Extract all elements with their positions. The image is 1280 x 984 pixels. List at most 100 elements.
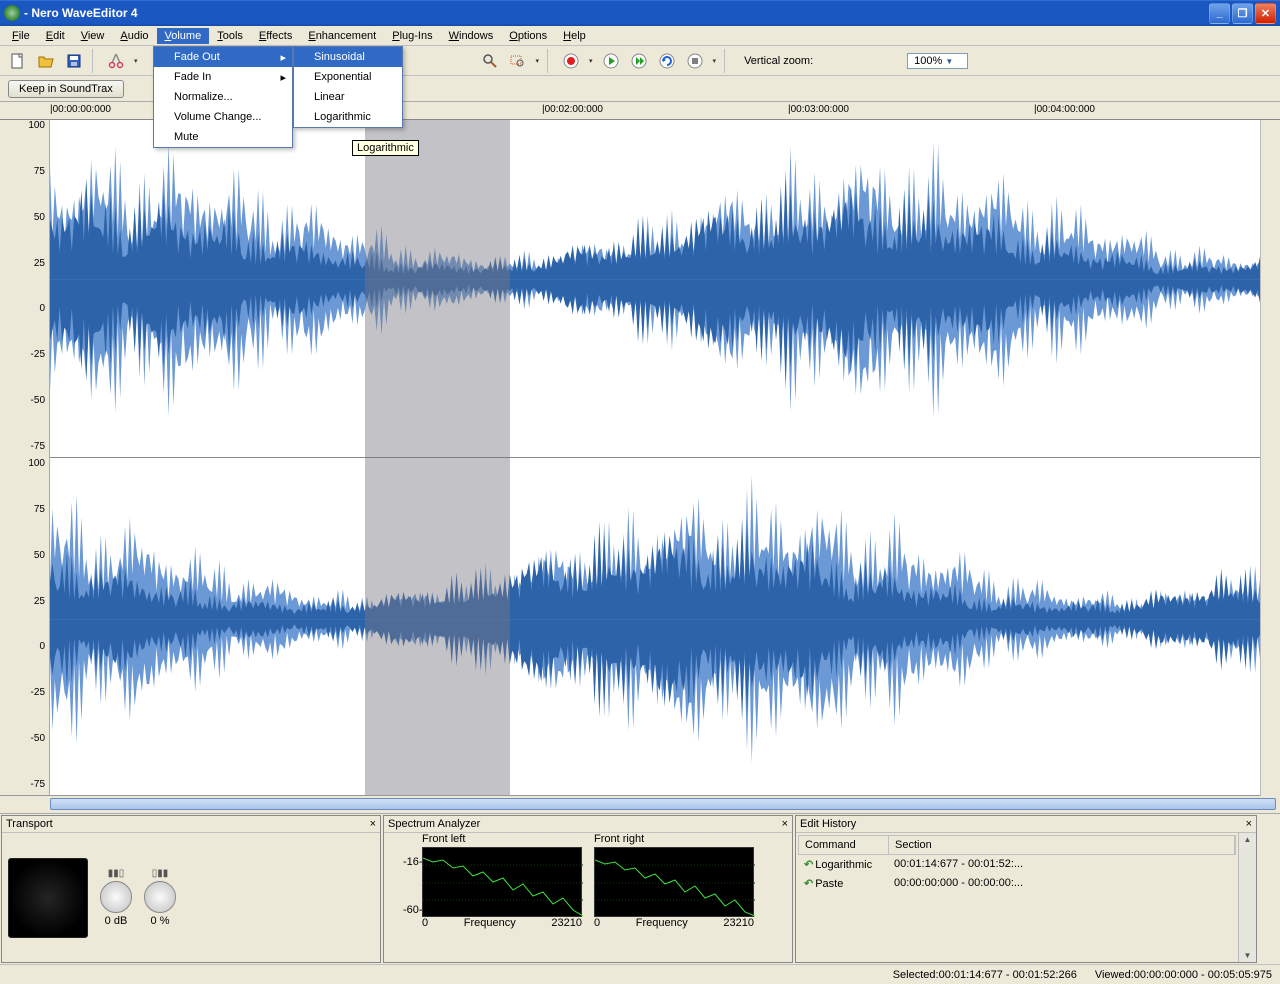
menu-edit[interactable]: Edit xyxy=(38,28,73,44)
menu-view[interactable]: View xyxy=(73,28,113,44)
record-button[interactable] xyxy=(559,49,583,73)
panel-title: Spectrum Analyzer xyxy=(388,818,480,830)
ruler-tick-label: |00:02:00:000 xyxy=(542,104,603,115)
panel-title: Transport xyxy=(6,818,53,830)
toolbar-dropdown-icon[interactable]: ▾ xyxy=(132,57,140,65)
speed-value: 0 % xyxy=(151,915,170,927)
menu-file[interactable]: File xyxy=(4,28,38,44)
panel-title: Edit History xyxy=(800,818,856,830)
selection-region[interactable] xyxy=(365,120,510,795)
toolbar-separator xyxy=(547,49,553,73)
panel-close-icon[interactable]: × xyxy=(370,818,376,830)
cut-button[interactable] xyxy=(104,49,128,73)
submenu-item-logarithmic[interactable]: Logarithmic xyxy=(294,107,402,127)
speed-meter-icon: ▯▮▮ xyxy=(152,868,169,879)
toolbar-dropdown-icon[interactable]: ▾ xyxy=(587,57,595,65)
titlebar: - Nero WaveEditor 4 _ ❐ ✕ xyxy=(0,0,1280,26)
toolbar-separator xyxy=(724,49,730,73)
menu-tools[interactable]: Tools xyxy=(209,28,251,44)
column-header[interactable]: Command xyxy=(799,836,889,854)
history-row[interactable]: ↶Logarithmic00:01:14:677 - 00:01:52:... xyxy=(798,855,1236,874)
open-file-button[interactable] xyxy=(34,49,58,73)
history-panel: Edit History × Command Section ↶Logarithm… xyxy=(795,815,1257,963)
tooltip: Logarithmic xyxy=(352,140,419,156)
menubar: FileEditViewAudioVolumeToolsEffectsEnhan… xyxy=(0,26,1280,46)
waveform-canvas[interactable] xyxy=(50,120,1260,795)
new-file-button[interactable] xyxy=(6,49,30,73)
stop-button[interactable] xyxy=(683,49,707,73)
submenu-item-sinusoidal[interactable]: Sinusoidal xyxy=(294,47,402,67)
rewind-button[interactable] xyxy=(655,49,679,73)
spectrum-channel-label: Front left xyxy=(422,833,465,845)
menu-help[interactable]: Help xyxy=(555,28,594,44)
amplitude-tick: -25 xyxy=(31,687,45,698)
menu-item-fade-out[interactable]: Fade Out xyxy=(154,47,292,67)
menu-effects[interactable]: Effects xyxy=(251,28,300,44)
amplitude-tick: 25 xyxy=(34,258,45,269)
menu-item-mute[interactable]: Mute xyxy=(154,127,292,147)
undo-icon: ↶ xyxy=(804,878,813,890)
toolbar-separator xyxy=(92,49,98,73)
panel-close-icon[interactable]: × xyxy=(1246,818,1252,830)
spectrum-right-canvas xyxy=(594,847,754,917)
history-scrollbar[interactable]: ▲▼ xyxy=(1238,833,1256,962)
submenu-item-exponential[interactable]: Exponential xyxy=(294,67,402,87)
amplitude-tick: 100 xyxy=(28,120,45,131)
keep-in-soundtrax-button[interactable]: Keep in SoundTrax xyxy=(8,80,124,98)
status-selected: Selected:00:01:14:677 - 00:01:52:266 xyxy=(893,969,1077,981)
menu-item-fade-in[interactable]: Fade In xyxy=(154,67,292,87)
gain-value: 0 dB xyxy=(105,915,128,927)
toolbar-dropdown-icon[interactable]: ▾ xyxy=(711,57,719,65)
column-header[interactable]: Section xyxy=(889,836,1235,854)
speed-knob[interactable] xyxy=(144,881,176,913)
axis-label: Frequency xyxy=(636,917,688,929)
gain-knob[interactable] xyxy=(100,881,132,913)
menu-volume[interactable]: Volume xyxy=(157,28,210,44)
waveform-area[interactable]: 1007550250-25-50-751007550250-25-50-75 xyxy=(0,120,1260,796)
menu-item-normalize-[interactable]: Normalize... xyxy=(154,87,292,107)
amplitude-tick: 75 xyxy=(34,166,45,177)
amplitude-tick: 0 xyxy=(39,303,45,314)
menu-enhancement[interactable]: Enhancement xyxy=(300,28,384,44)
minimize-button[interactable]: _ xyxy=(1209,3,1230,24)
toolbar-dropdown-icon[interactable]: ▾ xyxy=(534,57,542,65)
transport-panel: Transport× ▮▮▯ 0 dB ▯▮▮ 0 % xyxy=(1,815,381,963)
amplitude-axis: 1007550250-25-50-751007550250-25-50-75 xyxy=(0,120,50,795)
play-button[interactable] xyxy=(599,49,623,73)
history-table: Command Section ↶Logarithmic00:01:14:677… xyxy=(796,833,1238,962)
menu-windows[interactable]: Windows xyxy=(441,28,502,44)
play-loop-button[interactable] xyxy=(627,49,651,73)
vertical-scrollbar[interactable] xyxy=(1260,120,1280,796)
panel-close-icon[interactable]: × xyxy=(782,818,788,830)
menu-options[interactable]: Options xyxy=(501,28,555,44)
amplitude-tick: 75 xyxy=(34,504,45,515)
jog-wheel[interactable] xyxy=(8,858,88,938)
fadeout-submenu-popup: SinusoidalExponentialLinearLogarithmic xyxy=(293,46,403,128)
bottom-panels: Transport× ▮▮▯ 0 dB ▯▮▮ 0 % Spectrum Ana… xyxy=(0,814,1258,964)
window-title: - Nero WaveEditor 4 xyxy=(24,6,1207,20)
amplitude-tick: -75 xyxy=(31,779,45,790)
history-row[interactable]: ↶Paste00:00:00:000 - 00:00:00:... xyxy=(798,874,1236,893)
zoom-tool-button[interactable] xyxy=(478,49,502,73)
save-button[interactable] xyxy=(62,49,86,73)
horizontal-scrollbar[interactable] xyxy=(0,796,1280,814)
ruler-tick-label: |00:03:00:000 xyxy=(788,104,849,115)
menu-plug-ins[interactable]: Plug-Ins xyxy=(384,28,440,44)
close-button[interactable]: ✕ xyxy=(1255,3,1276,24)
ruler-tick-label: |00:04:00:000 xyxy=(1034,104,1095,115)
menu-item-volume-change-[interactable]: Volume Change... xyxy=(154,107,292,127)
axis-label: Frequency xyxy=(464,917,516,929)
undo-icon: ↶ xyxy=(804,859,813,871)
menu-audio[interactable]: Audio xyxy=(112,28,156,44)
amplitude-tick: -25 xyxy=(31,349,45,360)
maximize-button[interactable]: ❐ xyxy=(1232,3,1253,24)
amplitude-tick: 0 xyxy=(39,641,45,652)
zoom-selection-button[interactable] xyxy=(506,49,530,73)
amplitude-tick: -75 xyxy=(31,441,45,452)
submenu-item-linear[interactable]: Linear xyxy=(294,87,402,107)
vertical-zoom-label: Vertical zoom: xyxy=(744,55,813,67)
spectrum-channel-label: Front right xyxy=(594,833,644,845)
vertical-zoom-select[interactable]: 100% ▼ xyxy=(907,53,968,69)
statusbar: Selected:00:01:14:677 - 00:01:52:266 Vie… xyxy=(0,964,1280,984)
amplitude-tick: 100 xyxy=(28,458,45,469)
